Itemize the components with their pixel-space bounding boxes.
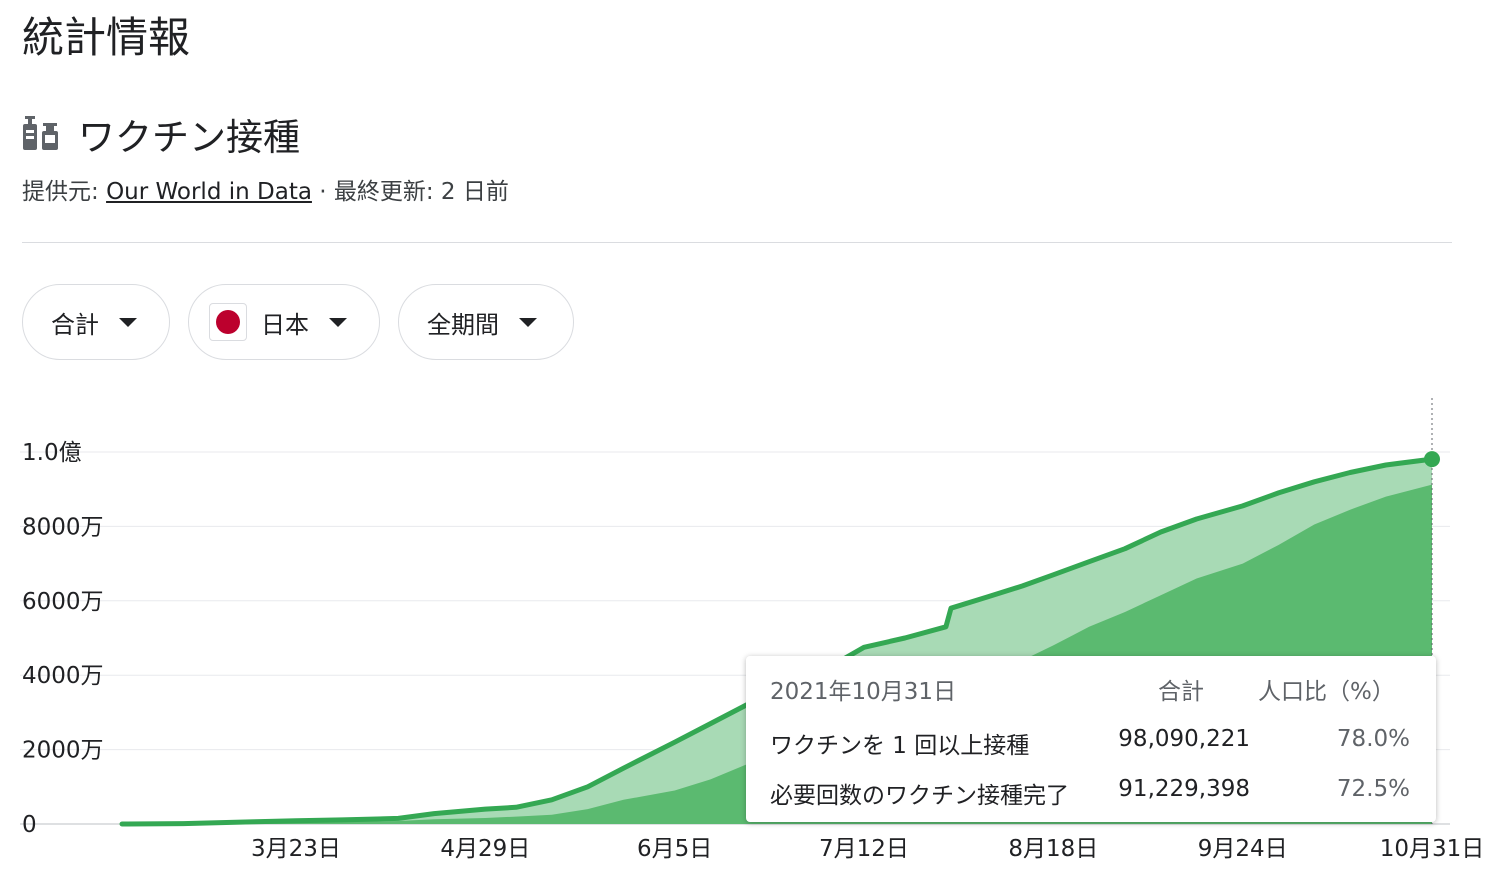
dropdown-arrow-icon — [119, 317, 137, 327]
japan-flag-icon — [209, 303, 247, 341]
source-prefix: 提供元: — [22, 179, 107, 205]
y-tick-label: 4000万 — [22, 663, 104, 689]
tooltip-row: 必要回数のワクチン接種完了 91,229,398 72.5% — [770, 776, 1410, 810]
x-tick-label: 9月24日 — [1198, 836, 1288, 862]
tooltip-row-pct: 72.5% — [1336, 776, 1410, 802]
x-tick-label: 10月31日 — [1380, 836, 1485, 862]
tooltip-row-name: ワクチンを 1 回以上接種 — [770, 733, 1030, 759]
y-tick-label: 1.0億 — [22, 440, 82, 466]
vaccine-vial-icon — [23, 116, 58, 150]
chart-tooltip: 2021年10月31日 合計 人口比（%） ワクチンを 1 回以上接種 98,0… — [746, 656, 1436, 822]
tooltip-row-value: 91,229,398 — [1118, 776, 1250, 802]
tooltip-row: ワクチンを 1 回以上接種 98,090,221 78.0% — [770, 726, 1410, 760]
hover-point — [1424, 451, 1440, 468]
tooltip-header-pct: 人口比（%） — [1258, 679, 1395, 705]
period-dropdown[interactable]: 全期間 — [398, 284, 574, 360]
page-title: 統計情報 — [22, 13, 191, 62]
section-title: ワクチン接種 — [78, 116, 300, 159]
y-tick-label: 0 — [22, 812, 37, 838]
source-line: 提供元: Our World in Data · 最終更新: 2 日前 — [22, 172, 509, 206]
last-updated: · 最終更新: 2 日前 — [311, 179, 509, 205]
x-tick-label: 6月5日 — [637, 836, 712, 862]
country-dropdown[interactable]: 日本 — [188, 284, 380, 360]
country-label: 日本 — [261, 310, 309, 339]
section-header: ワクチン接種 — [22, 108, 300, 160]
x-tick-label: 4月29日 — [440, 836, 530, 862]
divider — [22, 242, 1452, 243]
y-tick-label: 2000万 — [22, 738, 104, 764]
tooltip-row-pct: 78.0% — [1336, 726, 1410, 752]
tooltip-date: 2021年10月31日 — [770, 679, 957, 705]
measure-label: 合計 — [51, 310, 99, 339]
measure-dropdown[interactable]: 合計 — [22, 284, 170, 360]
period-label: 全期間 — [427, 310, 499, 339]
x-tick-label: 8月18日 — [1008, 836, 1098, 862]
x-tick-label: 3月23日 — [251, 836, 341, 862]
tooltip-header-total: 合計 — [1158, 679, 1204, 705]
source-link[interactable]: Our World in Data — [106, 179, 312, 205]
dropdown-arrow-icon — [329, 317, 347, 327]
y-tick-label: 8000万 — [22, 514, 104, 540]
tooltip-row-name: 必要回数のワクチン接種完了 — [770, 783, 1069, 809]
x-tick-label: 7月12日 — [819, 836, 909, 862]
dropdown-arrow-icon — [519, 317, 537, 327]
y-tick-label: 6000万 — [22, 589, 104, 615]
tooltip-row-value: 98,090,221 — [1118, 726, 1250, 752]
